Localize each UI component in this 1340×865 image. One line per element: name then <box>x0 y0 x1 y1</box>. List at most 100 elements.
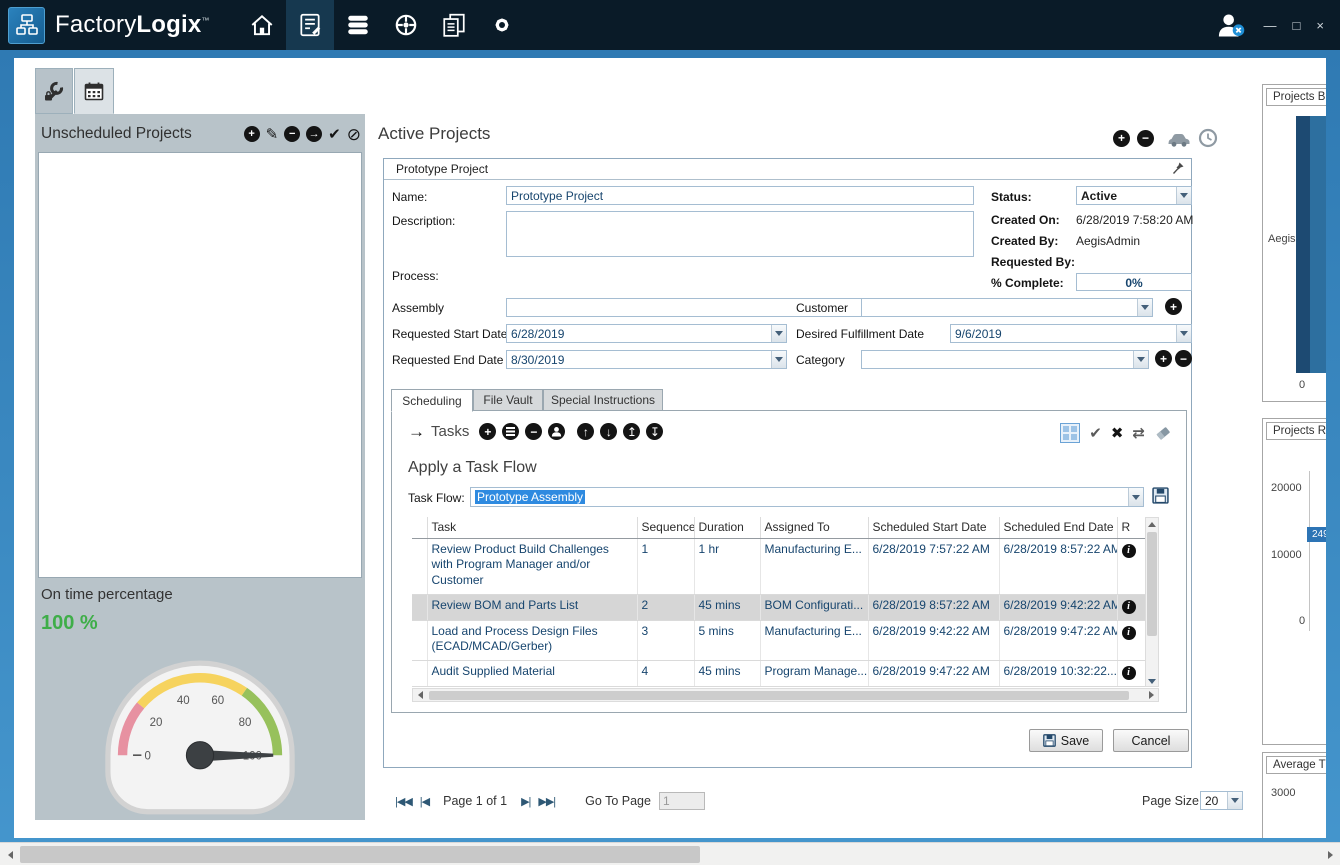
add-task-icon[interactable] <box>479 423 496 440</box>
nav-project-editor[interactable] <box>286 0 334 50</box>
end-cell: 6/28/2019 10:32:22... <box>999 660 1117 686</box>
col-sched-end[interactable]: Scheduled End Date <box>999 517 1117 538</box>
desired-date-combo[interactable]: 9/6/2019 <box>950 324 1192 343</box>
cancel-button[interactable]: Cancel <box>1113 729 1189 752</box>
customer-combo[interactable] <box>861 298 1153 317</box>
clock-icon[interactable] <box>1198 128 1218 148</box>
window-horizontal-scrollbar[interactable] <box>0 842 1340 865</box>
gantt-view-icon[interactable] <box>1060 423 1080 443</box>
accept-icon[interactable] <box>1089 426 1102 441</box>
add-customer-icon[interactable] <box>1165 298 1182 315</box>
nav-home[interactable] <box>238 0 286 50</box>
add-active-project-icon[interactable] <box>1113 130 1130 147</box>
table-row[interactable]: Audit Supplied Material 4 45 mins Progra… <box>412 660 1145 686</box>
minimize-button[interactable]: — <box>1264 18 1277 33</box>
assigned-cell: BOM Configurati... <box>760 594 868 620</box>
goto-page-input[interactable] <box>659 792 705 810</box>
scroll-thumb[interactable] <box>429 691 1129 700</box>
tab-schedule[interactable] <box>74 68 114 114</box>
nav-materials[interactable] <box>334 0 382 50</box>
tab-tools[interactable] <box>35 68 73 114</box>
name-input[interactable] <box>506 186 974 205</box>
scroll-left-arrow[interactable] <box>0 843 20 865</box>
category-combo[interactable] <box>861 350 1149 369</box>
window-controls: — □ × <box>1264 18 1324 33</box>
table-row-selected[interactable]: Review BOM and Parts List 2 45 mins BOM … <box>412 594 1145 620</box>
save-button[interactable]: Save <box>1029 729 1103 752</box>
first-page-button[interactable] <box>395 795 412 808</box>
close-button[interactable]: × <box>1316 18 1324 33</box>
page-size-combo[interactable]: 20 <box>1200 791 1243 810</box>
row-info-icon[interactable]: i <box>1122 600 1136 614</box>
tab-special-instructions[interactable]: Special Instructions <box>543 389 663 411</box>
add-project-icon[interactable] <box>244 126 260 142</box>
table-row[interactable]: Load and Process Design Files (ECAD/MCAD… <box>412 620 1145 660</box>
prev-page-button[interactable] <box>420 795 429 808</box>
scroll-thumb[interactable] <box>1147 532 1157 636</box>
task-flow-combo[interactable]: Prototype Assembly <box>470 487 1144 507</box>
move-task-top-icon[interactable] <box>623 423 640 440</box>
maximize-button[interactable]: □ <box>1293 18 1301 33</box>
table-header-row: Task Sequence Duration Assigned To Sched… <box>412 517 1145 538</box>
description-input[interactable] <box>506 211 974 257</box>
move-task-down-icon[interactable] <box>600 423 617 440</box>
col-sequence[interactable]: Sequence <box>637 517 694 538</box>
move-project-icon[interactable] <box>306 126 322 142</box>
col-assigned-to[interactable]: Assigned To <box>760 517 868 538</box>
scroll-down-arrow[interactable] <box>1146 673 1158 686</box>
tab-file-vault[interactable]: File Vault <box>473 389 543 411</box>
row-info-icon[interactable]: i <box>1122 626 1136 640</box>
status-combo[interactable]: Active <box>1076 186 1192 205</box>
assign-user-icon[interactable] <box>548 423 565 440</box>
on-time-gauge: 0 20 40 60 80 100 <box>95 638 305 818</box>
req-start-combo[interactable]: 6/28/2019 <box>506 324 787 343</box>
save-task-flow-icon[interactable] <box>1152 487 1169 507</box>
eraser-icon[interactable] <box>1154 424 1172 442</box>
col-sched-start[interactable]: Scheduled Start Date <box>868 517 999 538</box>
tab-scheduling[interactable]: Scheduling <box>391 389 473 412</box>
remove-active-project-icon[interactable] <box>1137 130 1154 147</box>
nav-production[interactable] <box>382 0 430 50</box>
status-label: Status: <box>991 190 1032 204</box>
nav-settings[interactable] <box>478 0 526 50</box>
reject-icon[interactable] <box>1111 426 1124 441</box>
confirm-icon[interactable] <box>328 127 341 142</box>
scroll-right-arrow[interactable] <box>1144 689 1158 701</box>
row-info-icon[interactable]: i <box>1122 666 1136 680</box>
next-page-button[interactable] <box>521 795 530 808</box>
req-end-combo[interactable]: 8/30/2019 <box>506 350 787 369</box>
table-row[interactable]: Review Product Build Challenges with Pro… <box>412 538 1145 594</box>
last-page-button[interactable] <box>538 795 555 808</box>
reorder-icon[interactable] <box>1132 426 1145 441</box>
move-task-bottom-icon[interactable] <box>646 423 663 440</box>
row-info-icon[interactable]: i <box>1122 544 1136 558</box>
table-vertical-scrollbar[interactable] <box>1145 517 1159 687</box>
table-horizontal-scrollbar[interactable] <box>412 688 1159 702</box>
car-icon[interactable] <box>1167 128 1191 148</box>
col-task[interactable]: Task <box>427 517 637 538</box>
gauge-tick-80: 80 <box>239 717 252 729</box>
col-resources[interactable]: R <box>1117 517 1145 538</box>
wrench-lock-icon <box>43 80 65 102</box>
end-cell: 6/28/2019 8:57:22 AM <box>999 538 1117 594</box>
pin-icon[interactable] <box>1171 161 1185 178</box>
remove-project-icon[interactable] <box>284 126 300 142</box>
move-task-up-icon[interactable] <box>577 423 594 440</box>
scroll-left-arrow[interactable] <box>413 689 427 701</box>
projects-r-chart-title: Projects R <box>1266 422 1326 440</box>
remove-category-icon[interactable] <box>1175 350 1192 367</box>
scroll-right-arrow[interactable] <box>1320 843 1340 865</box>
customer-label: Customer <box>796 301 848 315</box>
nav-documents[interactable] <box>430 0 478 50</box>
add-category-icon[interactable] <box>1155 350 1172 367</box>
cancel-button-label: Cancel <box>1132 734 1171 748</box>
scroll-thumb[interactable] <box>20 846 700 863</box>
scroll-up-arrow[interactable] <box>1146 518 1158 531</box>
unscheduled-project-list[interactable] <box>38 152 362 578</box>
user-status-icon[interactable] <box>1216 11 1246 39</box>
edit-project-icon[interactable] <box>266 127 279 142</box>
remove-task-icon[interactable] <box>525 423 542 440</box>
add-task-flow-icon[interactable] <box>502 423 519 440</box>
cancel-icon[interactable] <box>347 126 361 143</box>
col-duration[interactable]: Duration <box>694 517 760 538</box>
